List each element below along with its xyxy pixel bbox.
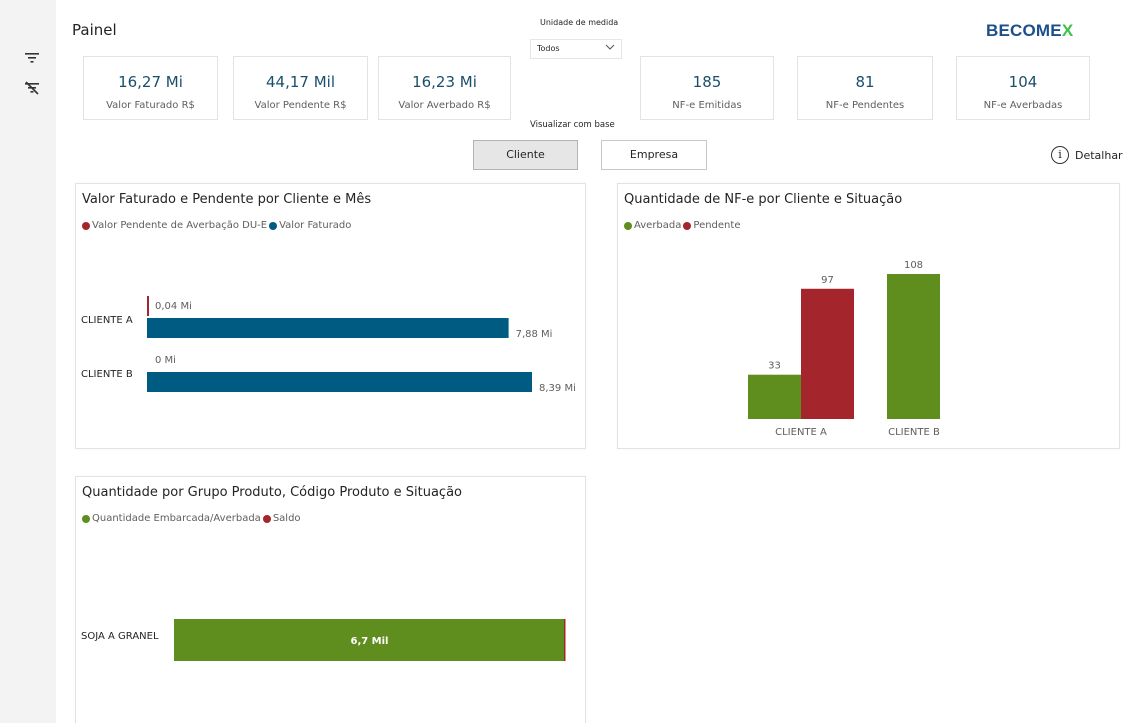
clear-filter-icon[interactable] — [22, 78, 42, 98]
bar-saldo — [564, 619, 566, 661]
kpi-label: Valor Pendente R$ — [254, 100, 347, 111]
detail-label: Detalhar — [1075, 148, 1123, 162]
chart-valor-faturado: CLIENTE A 0,04 Mi 7,88 Mi CLIENTE B 0 Mi 8,39… — [81, 296, 576, 394]
detail-button[interactable]: i Detalhar — [1051, 146, 1123, 164]
unit-select-value: Todos — [537, 44, 560, 53]
kpi-card-nfe-averbadas: 104 NF-e Averbadas — [956, 56, 1090, 120]
becomex-logo: BECOMEX — [986, 21, 1074, 40]
data-label: 97 — [821, 275, 834, 286]
kpi-card-nfe-pendentes: 81 NF-e Pendentes — [797, 56, 933, 120]
bar-pendente — [801, 288, 854, 419]
bar-pendente — [147, 296, 149, 316]
kpi-value: 185 — [692, 73, 722, 91]
view-label: Visualizar com base — [530, 120, 615, 130]
data-label: 8,39 Mi — [539, 383, 576, 394]
data-label: 6,7 Mil — [350, 636, 388, 647]
kpi-card-nfe-emitidas: 185 NF-e Emitidas — [640, 56, 774, 120]
filter-icon[interactable] — [22, 48, 42, 68]
kpi-label: NF-e Pendentes — [825, 100, 905, 111]
kpi-value: 16,27 Mi — [118, 73, 183, 91]
panel-valor-faturado: Valor Faturado e Pendente por Cliente e … — [75, 183, 586, 449]
panel-quantidade-nfe: Quantidade de NF-e por Cliente e Situaçã… — [617, 183, 1120, 449]
bar-averbada — [748, 374, 801, 419]
category-label: CLIENTE B — [888, 427, 940, 438]
kpi-label: Valor Averbado R$ — [398, 100, 491, 111]
page-title: Painel — [72, 21, 117, 39]
kpi-card-valor-faturado: 16,27 Mi Valor Faturado R$ — [83, 56, 218, 120]
category-label: CLIENTE B — [81, 369, 133, 380]
data-label: 0 Mi — [155, 355, 176, 366]
kpi-label: NF-e Averbadas — [983, 100, 1063, 111]
bar-averbada — [887, 274, 940, 419]
kpi-card-valor-averbado: 16,23 Mi Valor Averbado R$ — [378, 56, 511, 120]
data-label: 0,04 Mi — [155, 301, 192, 312]
kpi-value: 16,23 Mi — [412, 73, 477, 91]
chevron-down-icon — [605, 43, 615, 53]
bar-faturado — [147, 318, 509, 338]
kpi-label: NF-e Emitidas — [672, 100, 742, 111]
report-canvas: Painel BECOMEX Unidade de medida Todos 1… — [56, 0, 1131, 723]
info-icon: i — [1051, 146, 1069, 164]
cliente-button[interactable]: Cliente — [473, 140, 578, 170]
unit-select[interactable]: Todos — [530, 39, 622, 59]
data-label: 108 — [904, 260, 923, 271]
panel-quantidade-produto: Quantidade por Grupo Produto, Código Pro… — [75, 476, 586, 723]
category-label: SOJA A GRANEL — [81, 631, 159, 642]
kpi-card-valor-pendente: 44,17 Mil Valor Pendente R$ — [233, 56, 368, 120]
chart-quantidade-nfe: 33 97 CLIENTE A 108 CLIENTE B — [748, 260, 940, 438]
report-page: Painel BECOMEX Unidade de medida Todos 1… — [0, 0, 1131, 723]
category-label: CLIENTE A — [81, 315, 133, 326]
data-label: 7,88 Mi — [516, 329, 553, 340]
unit-label: Unidade de medida — [540, 18, 619, 27]
kpi-value: 44,17 Mil — [266, 73, 335, 91]
kpi-label: Valor Faturado R$ — [106, 100, 195, 111]
category-label: CLIENTE A — [775, 427, 827, 438]
left-toolbar — [0, 0, 56, 723]
chart-quantidade-produto: SOJA A GRANEL 6,7 Mil — [81, 619, 566, 661]
kpi-value: 104 — [1008, 73, 1038, 91]
data-label: 33 — [768, 361, 781, 372]
kpi-value: 81 — [855, 73, 875, 91]
empresa-button[interactable]: Empresa — [601, 140, 707, 170]
bar-faturado — [147, 372, 532, 392]
